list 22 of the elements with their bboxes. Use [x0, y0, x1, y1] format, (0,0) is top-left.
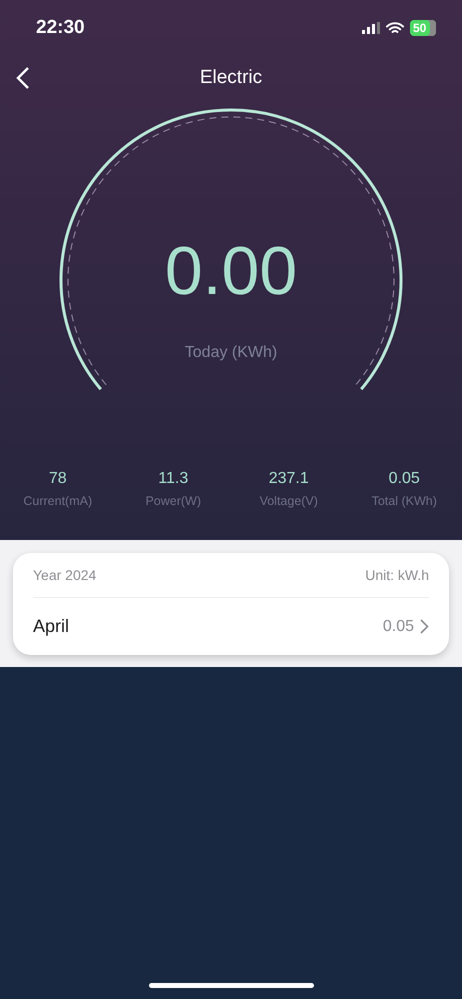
stat-value: 78 [48, 470, 67, 488]
gauge-label: Today (KWh) [184, 344, 278, 362]
page-title: Electric [200, 67, 262, 89]
stat-label: Voltage(V) [260, 494, 318, 508]
stat-label: Current(mA) [23, 494, 92, 508]
month-name: April [33, 616, 70, 637]
unit-label: Unit: kW.h [365, 567, 429, 583]
wifi-icon [386, 22, 404, 34]
month-value: 0.05 [382, 618, 414, 636]
stat-value: 0.05 [388, 470, 420, 488]
signal-icon [362, 22, 380, 34]
stat-label: Power(W) [145, 494, 202, 508]
today-energy-value: 0.00 [164, 232, 298, 310]
month-row[interactable]: April 0.05 [33, 598, 429, 655]
stat-value: 11.3 [158, 470, 188, 488]
stat-label: Total (KWh) [372, 494, 437, 508]
year-label: Year 2024 [33, 567, 96, 583]
back-icon [16, 66, 30, 90]
chevron-right-icon [420, 619, 429, 634]
status-time: 22:30 [36, 17, 85, 39]
battery-indicator: 50 [410, 20, 436, 36]
stat-value: 237.1 [268, 470, 309, 488]
